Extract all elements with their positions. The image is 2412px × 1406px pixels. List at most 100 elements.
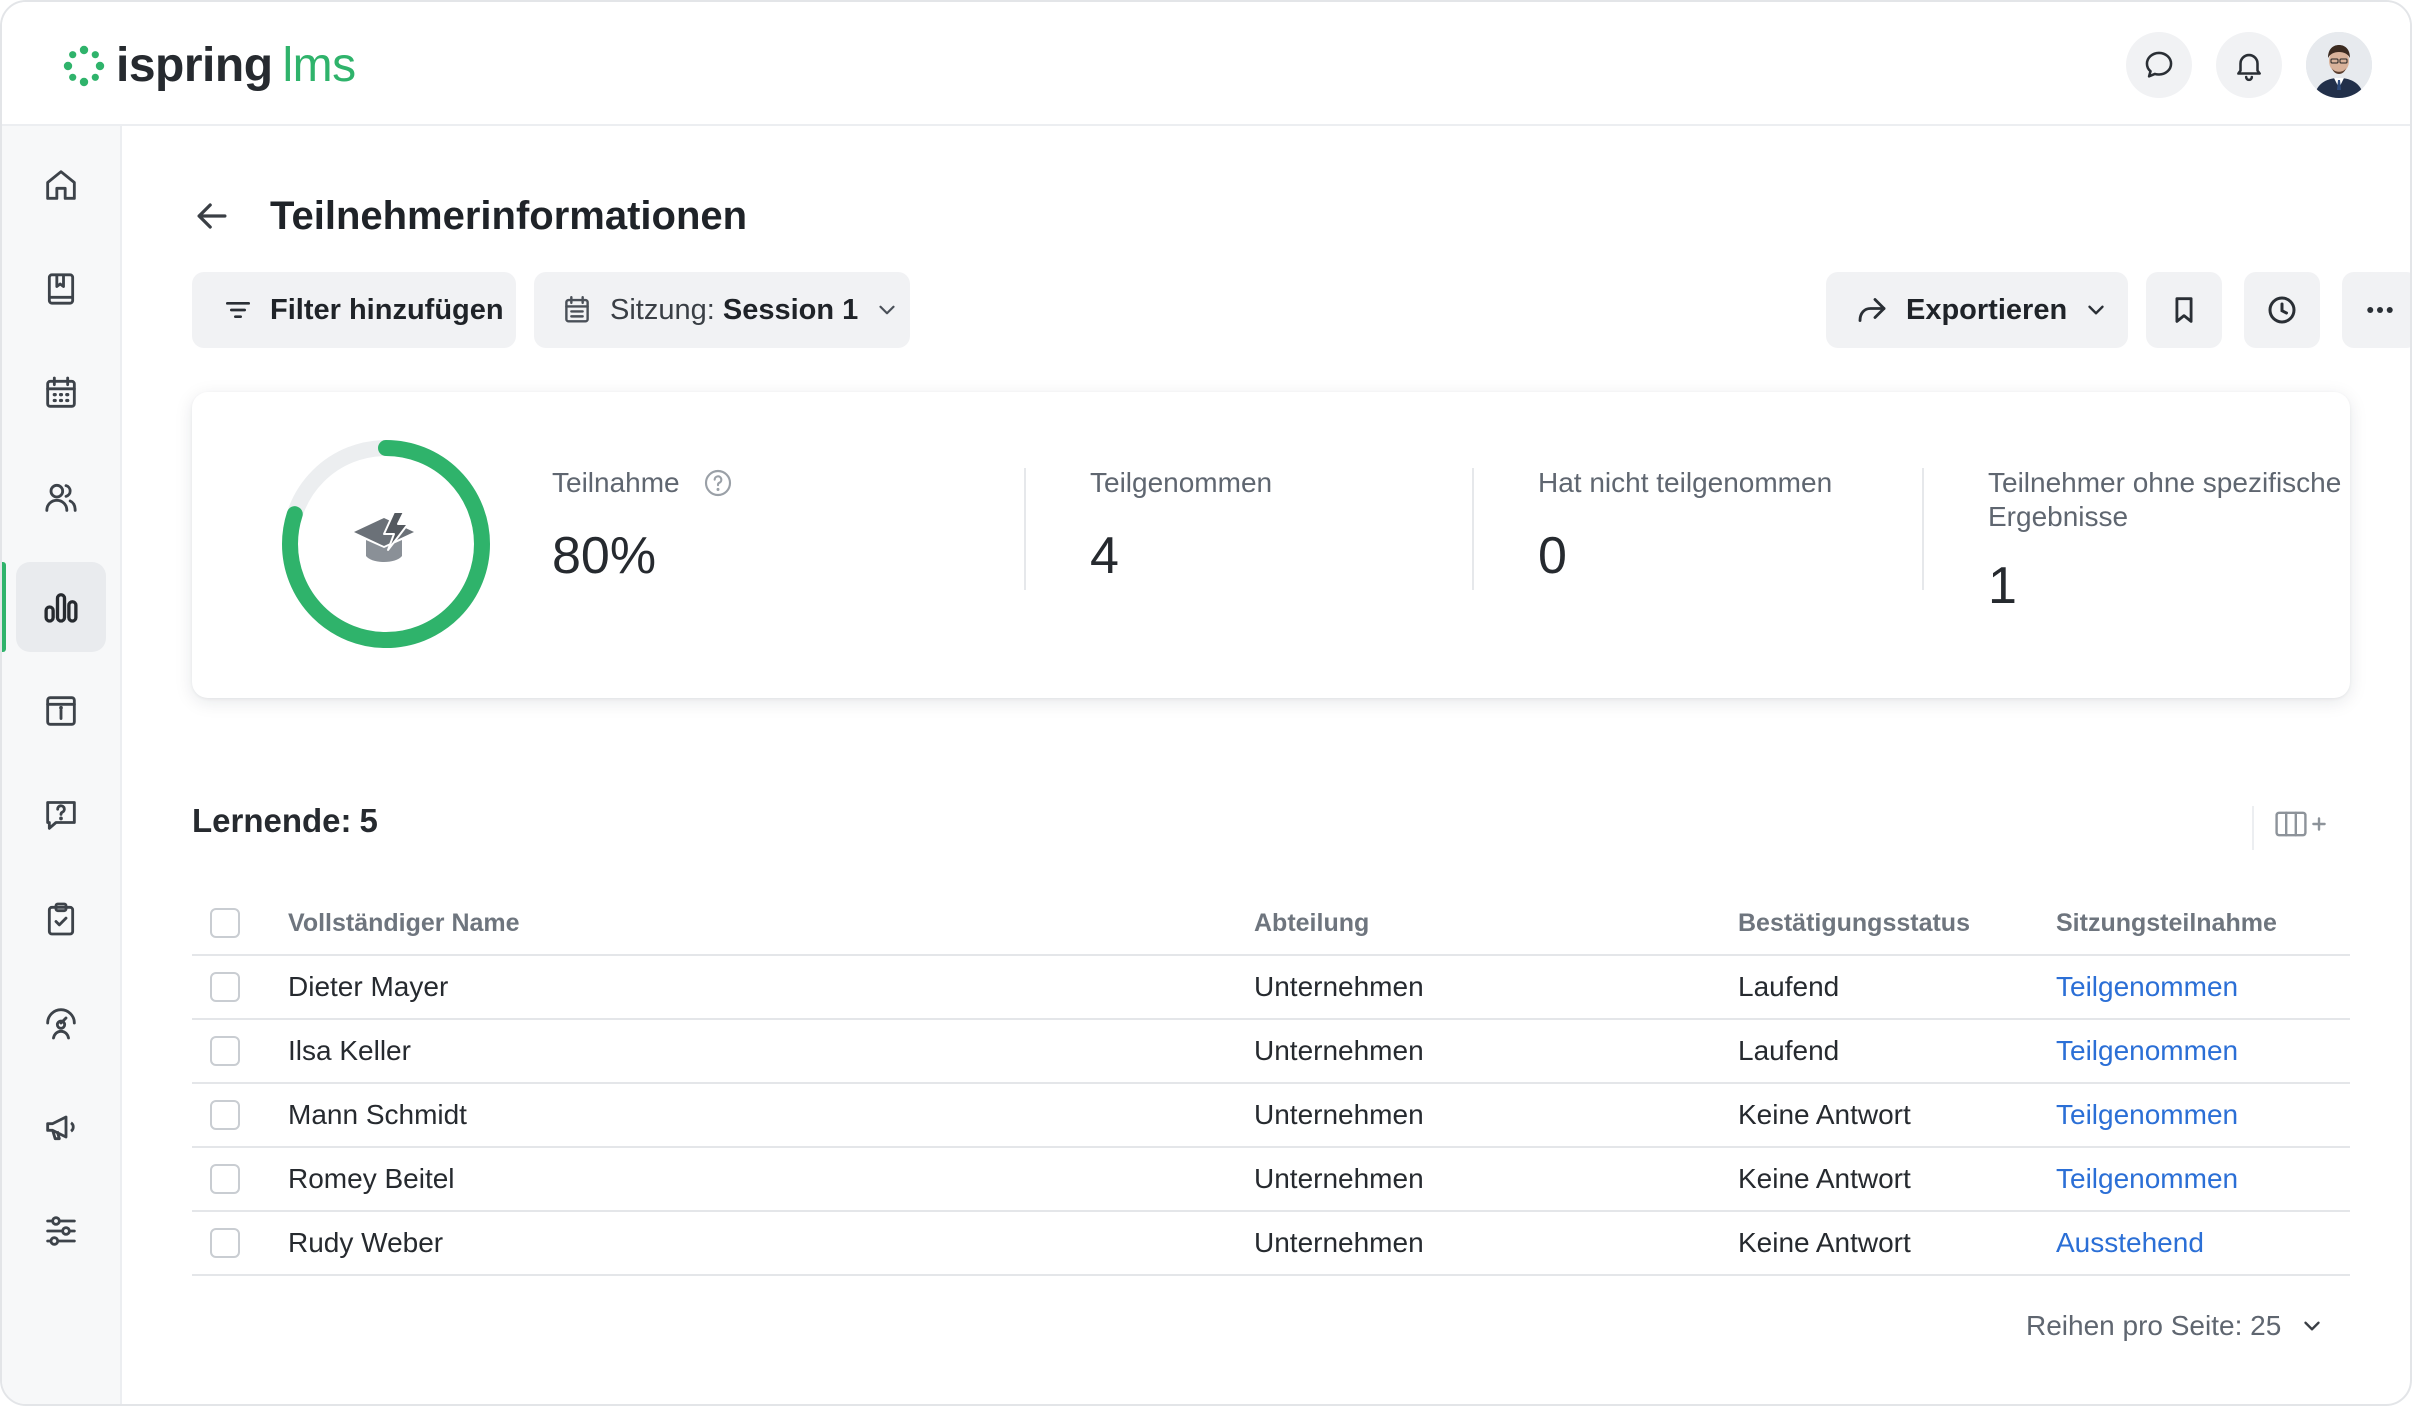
participation-value: 80% xyxy=(552,527,657,585)
learners-table: Vollständiger Name Abteilung Bestätigung… xyxy=(192,892,2350,1276)
row-checkbox[interactable] xyxy=(210,1228,240,1258)
reports-chart-icon xyxy=(44,593,78,623)
sidebar-item-calendar[interactable] xyxy=(16,348,106,438)
learner-name: Mann Schmidt xyxy=(288,1099,467,1130)
home-icon xyxy=(46,170,76,200)
sidebar-item-performance[interactable] xyxy=(16,978,106,1068)
stat-no-results: Teilnehmer ohne spezifische Ergebnisse 1 xyxy=(1988,466,2348,616)
column-header-name[interactable]: Vollständiger Name xyxy=(288,892,520,954)
learner-confirmation-status: Laufend xyxy=(1738,971,1840,1002)
table-row[interactable]: Dieter Mayer Unternehmen Laufend Teilgen… xyxy=(192,956,2350,1020)
sidebar-item-home[interactable] xyxy=(16,140,106,230)
column-header-department[interactable]: Abteilung xyxy=(1254,892,1369,954)
row-checkbox[interactable] xyxy=(210,1036,240,1066)
learner-session-participation-link[interactable]: Ausstehend xyxy=(2056,1212,2204,1274)
chevron-down-icon xyxy=(2304,1321,2320,1331)
learner-department: Unternehmen xyxy=(1254,1163,1424,1194)
stat-divider xyxy=(1472,468,1474,590)
add-filter-button[interactable]: Filter hinzufügen xyxy=(192,272,516,348)
table-row[interactable]: Mann Schmidt Unternehmen Keine Antwort T… xyxy=(192,1084,2350,1148)
learner-session-participation-link[interactable]: Teilgenommen xyxy=(2056,1084,2238,1146)
user-avatar[interactable] xyxy=(2306,32,2372,98)
more-options-button[interactable] xyxy=(2342,272,2410,348)
sidebar-item-users[interactable] xyxy=(16,452,106,542)
learner-confirmation-status: Keine Antwort xyxy=(1738,1163,1911,1194)
rows-per-page-value: 25 xyxy=(2250,1310,2282,1341)
table-header-row: Vollständiger Name Abteilung Bestätigung… xyxy=(192,892,2350,956)
learner-department: Unternehmen xyxy=(1254,1227,1424,1258)
sidebar-item-assignments[interactable] xyxy=(16,874,106,964)
megaphone-icon xyxy=(46,1115,75,1141)
calendar-icon xyxy=(565,296,589,323)
users-icon xyxy=(45,483,77,512)
info-card-icon xyxy=(46,696,76,726)
column-header-session-participation[interactable]: Sitzungsteilnahme xyxy=(2056,892,2277,954)
bookmark-button[interactable] xyxy=(2146,272,2222,348)
learners-heading: Lernende: 5 xyxy=(192,802,378,840)
learner-department: Unternehmen xyxy=(1254,1035,1424,1066)
sidebar-active-indicator xyxy=(2,562,6,652)
learner-session-participation-link[interactable]: Teilgenommen xyxy=(2056,956,2238,1018)
more-horizontal-icon xyxy=(2367,307,2393,313)
sidebar-item-questions[interactable] xyxy=(16,770,106,860)
add-column-button[interactable] xyxy=(2274,808,2332,840)
participation-ring xyxy=(282,440,490,648)
clipboard-check-icon xyxy=(47,902,75,936)
notifications-button[interactable] xyxy=(2216,32,2282,98)
calendar-icon xyxy=(46,376,76,408)
participation-stats-card: Teilnahme 80% Teilgenommen 4 Hat nicht t… xyxy=(192,392,2350,698)
columns-plus-icon xyxy=(2275,811,2326,837)
learner-confirmation-status: Keine Antwort xyxy=(1738,1099,1911,1130)
question-chat-icon xyxy=(46,801,76,830)
rows-per-page-select[interactable]: Reihen pro Seite: 25 xyxy=(2026,1310,2325,1342)
row-checkbox[interactable] xyxy=(210,1100,240,1130)
learner-confirmation-status: Laufend xyxy=(1738,1035,1840,1066)
stat-divider xyxy=(1922,468,1924,590)
row-checkbox[interactable] xyxy=(210,972,240,1002)
history-button[interactable] xyxy=(2244,272,2320,348)
row-checkbox[interactable] xyxy=(210,1164,240,1194)
learner-confirmation-status: Keine Antwort xyxy=(1738,1227,1911,1258)
session-select[interactable]: Sitzung: Session 1 xyxy=(534,272,910,348)
learner-department: Unternehmen xyxy=(1254,971,1424,1002)
stat-not-participated: Hat nicht teilgenommen 0 xyxy=(1538,466,1832,586)
table-row[interactable]: Romey Beitel Unternehmen Keine Antwort T… xyxy=(192,1148,2350,1212)
no-results-value: 1 xyxy=(1988,557,2017,615)
sidebar-item-announcements[interactable] xyxy=(16,1082,106,1172)
learner-session-participation-link[interactable]: Teilgenommen xyxy=(2056,1020,2238,1082)
table-row[interactable]: Ilsa Keller Unternehmen Laufend Teilgeno… xyxy=(192,1020,2350,1084)
divider xyxy=(2252,806,2254,850)
export-label: Exportieren xyxy=(1906,293,2068,326)
gauge-user-icon xyxy=(46,1008,76,1040)
chat-button[interactable] xyxy=(2126,32,2192,98)
participation-label: Teilnahme xyxy=(552,467,680,498)
export-button[interactable]: Exportieren xyxy=(1826,272,2128,348)
page-title: Teilnehmerinformationen xyxy=(270,194,748,238)
top-bar: ispring lms xyxy=(2,2,2410,126)
graduation-cap-icon xyxy=(354,511,414,562)
participated-value: 4 xyxy=(1090,527,1119,585)
sidebar-item-info[interactable] xyxy=(16,666,106,756)
back-arrow-icon[interactable] xyxy=(190,194,234,238)
main-content: Teilnehmerinformationen Filter hinzufüge… xyxy=(124,126,2410,1404)
column-header-confirmation-status[interactable]: Bestätigungsstatus xyxy=(1738,892,1970,954)
app-window: ispring lms Teilnehmerinformationen Filt… xyxy=(0,0,2412,1406)
session-select-label: Sitzung: xyxy=(610,293,715,326)
chat-icon xyxy=(2145,51,2173,78)
select-all-checkbox[interactable] xyxy=(210,908,240,938)
sliders-icon xyxy=(46,1216,76,1246)
session-select-value: Session 1 xyxy=(722,293,859,326)
table-row[interactable]: Rudy Weber Unternehmen Keine Antwort Aus… xyxy=(192,1212,2350,1276)
help-icon[interactable] xyxy=(702,467,734,499)
toolbar: Filter hinzufügen Sitzung: Session 1 Exp… xyxy=(192,272,2410,348)
stat-participation: Teilnahme 80% xyxy=(552,466,734,586)
sidebar-item-reports[interactable] xyxy=(16,562,106,652)
rows-per-page-label: Reihen pro Seite: xyxy=(2026,1310,2243,1341)
participated-label: Teilgenommen xyxy=(1090,467,1273,498)
learner-session-participation-link[interactable]: Teilgenommen xyxy=(2056,1148,2238,1210)
not-participated-value: 0 xyxy=(1538,527,1567,585)
sidebar-item-settings[interactable] xyxy=(16,1186,106,1276)
learner-department: Unternehmen xyxy=(1254,1099,1424,1130)
sidebar-item-courses[interactable] xyxy=(16,244,106,334)
logo[interactable]: ispring lms xyxy=(62,40,356,92)
